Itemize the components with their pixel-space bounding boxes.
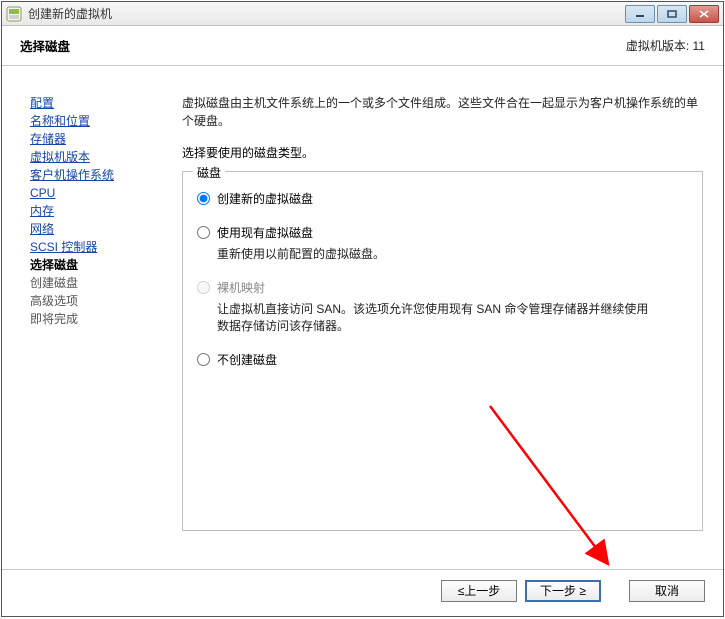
radio-raw-device-mapping-input [197, 281, 210, 294]
sidebar-item-scsi-controller[interactable]: SCSI 控制器 [30, 238, 164, 256]
radio-use-existing-disk-input[interactable] [197, 226, 210, 239]
wizard-header: 选择磁盘 虚拟机版本: 11 [2, 26, 723, 66]
radio-create-new-disk[interactable]: 创建新的虚拟磁盘 [197, 190, 688, 208]
app-icon [6, 6, 22, 22]
radio-use-existing-disk-label: 使用现有虚拟磁盘 [217, 224, 313, 242]
radio-use-existing-disk-sub: 重新使用以前配置的虚拟磁盘。 [217, 246, 657, 263]
next-button[interactable]: 下一步 ≥ [525, 580, 601, 602]
sidebar-item-storage[interactable]: 存储器 [30, 130, 164, 148]
sidebar-item-configuration[interactable]: 配置 [30, 94, 164, 112]
sidebar-item-name-location[interactable]: 名称和位置 [30, 112, 164, 130]
radio-raw-device-mapping-label: 裸机映射 [217, 279, 265, 297]
close-button[interactable] [689, 5, 719, 23]
radio-no-disk-input[interactable] [197, 353, 210, 366]
sidebar-item-memory[interactable]: 内存 [30, 202, 164, 220]
radio-no-disk-label: 不创建磁盘 [217, 351, 277, 369]
radio-raw-device-mapping-sub: 让虚拟机直接访问 SAN。该选项允许您使用现有 SAN 命令管理存储器并继续使用… [217, 301, 657, 335]
disk-description: 虚拟磁盘由主机文件系统上的一个或多个文件组成。这些文件合在一起显示为客户机操作系… [182, 94, 703, 130]
window-title: 创建新的虚拟机 [28, 5, 625, 22]
radio-no-disk[interactable]: 不创建磁盘 [197, 351, 688, 369]
window-controls [625, 5, 719, 23]
sidebar-item-guest-os[interactable]: 客户机操作系统 [30, 166, 164, 184]
maximize-button[interactable] [657, 5, 687, 23]
wizard-main-panel: 虚拟磁盘由主机文件系统上的一个或多个文件组成。这些文件合在一起显示为客户机操作系… [172, 66, 723, 569]
sidebar-item-network[interactable]: 网络 [30, 220, 164, 238]
disk-groupbox: 磁盘 创建新的虚拟磁盘 使用现有虚拟磁盘 重新使用以前配置的虚拟磁盘。 裸机映射… [182, 171, 703, 531]
wizard-steps-sidebar: 配置 名称和位置 存储器 虚拟机版本 客户机操作系统 CPU 内存 网络 SCS… [2, 66, 172, 569]
sidebar-item-cpu[interactable]: CPU [30, 184, 164, 202]
minimize-button[interactable] [625, 5, 655, 23]
radio-create-new-disk-label: 创建新的虚拟磁盘 [217, 190, 313, 208]
sidebar-item-advanced-options: 高级选项 [30, 292, 164, 310]
wizard-body: 配置 名称和位置 存储器 虚拟机版本 客户机操作系统 CPU 内存 网络 SCS… [2, 66, 723, 569]
back-button[interactable]: ≤上一步 [441, 580, 517, 602]
sidebar-item-select-disk[interactable]: 选择磁盘 [30, 256, 164, 274]
wizard-footer: ≤上一步 下一步 ≥ 取消 [2, 569, 723, 616]
sidebar-item-ready-complete: 即将完成 [30, 310, 164, 328]
page-subtitle: 选择磁盘 [20, 36, 70, 55]
sidebar-item-create-disk: 创建磁盘 [30, 274, 164, 292]
titlebar: 创建新的虚拟机 [2, 2, 723, 26]
radio-create-new-disk-input[interactable] [197, 192, 210, 205]
disk-prompt: 选择要使用的磁盘类型。 [182, 144, 703, 161]
wizard-window: 创建新的虚拟机 选择磁盘 虚拟机版本: 11 配置 名称和位置 存储器 虚拟机版… [1, 1, 724, 617]
radio-raw-device-mapping: 裸机映射 [197, 279, 688, 297]
vm-version-label: 虚拟机版本: 11 [626, 37, 705, 54]
groupbox-title: 磁盘 [193, 164, 225, 181]
radio-use-existing-disk[interactable]: 使用现有虚拟磁盘 [197, 224, 688, 242]
cancel-button[interactable]: 取消 [629, 580, 705, 602]
sidebar-item-vm-version[interactable]: 虚拟机版本 [30, 148, 164, 166]
